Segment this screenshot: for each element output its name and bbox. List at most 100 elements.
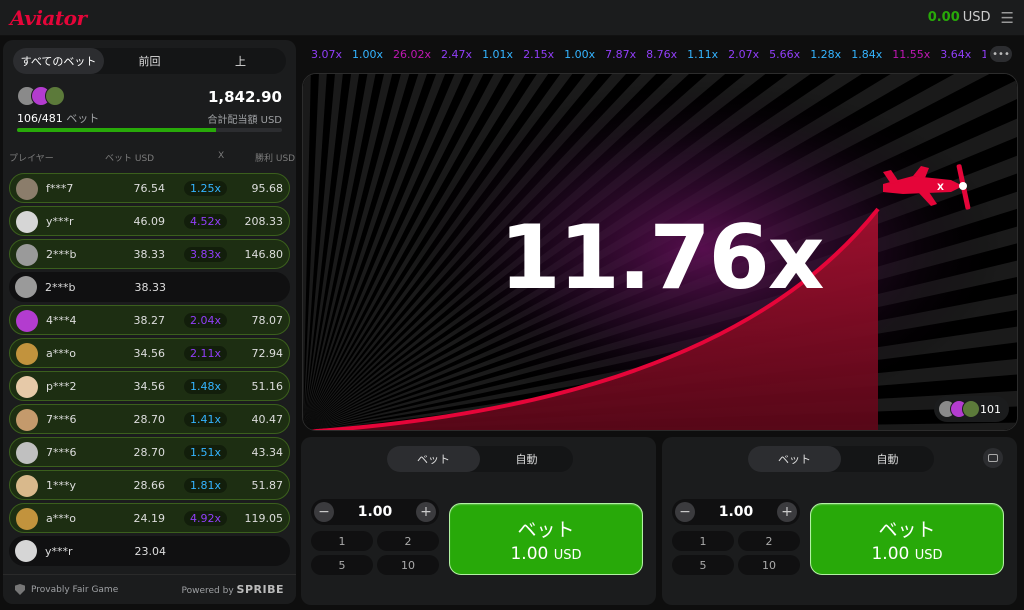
place-bet-button[interactable]: ベット 1.00 USD <box>449 503 643 575</box>
place-bet-button[interactable]: ベット 1.00 USD <box>810 503 1004 575</box>
bet-amount: 38.33 <box>133 247 166 261</box>
win-amount: 72.94 <box>251 346 284 360</box>
history-multiplier[interactable]: 2.15x <box>518 48 559 61</box>
online-players-count: 101 <box>980 402 1001 416</box>
avatar <box>16 211 38 233</box>
history-multiplier[interactable]: 2.07x <box>723 48 764 61</box>
avatar <box>16 442 38 464</box>
bet-button-amount: 1.00 <box>510 543 549 564</box>
bet-row: 2***b 38.33 3.83x 146.80 <box>9 239 290 269</box>
multiplier-badge: 4.52x <box>183 213 227 229</box>
increase-button[interactable]: + <box>776 502 797 522</box>
history-multiplier[interactable]: 1.11x <box>682 48 723 61</box>
history-multiplier[interactable]: 7.87x <box>600 48 641 61</box>
column-win: 勝利 USD <box>255 154 296 164</box>
bet-amount: 24.19 <box>133 511 166 525</box>
avatar <box>16 310 38 332</box>
bet-button-amount-line: 1.00 USD <box>871 544 942 564</box>
bet-amount: 38.27 <box>133 313 166 327</box>
bet-mode-tabs: ベット 自動 <box>748 446 934 472</box>
quick-amount-button[interactable]: 5 <box>311 555 373 575</box>
bet-button-currency: USD <box>553 547 582 563</box>
tab-top[interactable]: 上 <box>195 48 286 74</box>
increase-button[interactable]: + <box>415 502 436 522</box>
multiplier-badge: 1.51x <box>183 444 227 460</box>
multiplier-badge: 1.48x <box>183 378 227 394</box>
hamburger-icon[interactable]: ☰ <box>1001 9 1014 27</box>
quick-amount-button[interactable]: 5 <box>672 555 734 575</box>
history-multiplier[interactable]: 2.47x <box>436 48 477 61</box>
total-winnings-label: 合計配当額 USD <box>207 115 282 126</box>
history-multiplier[interactable]: 11.55x <box>887 48 935 61</box>
history-multiplier[interactable]: 1.01x <box>477 48 518 61</box>
bet-mode-tabs: ベット 自動 <box>387 446 573 472</box>
player-name: a***o <box>46 346 76 360</box>
win-amount: 119.05 <box>244 511 284 525</box>
history-multiplier[interactable]: 3.07x <box>306 48 347 61</box>
remove-panel-button[interactable] <box>983 448 1003 468</box>
win-amount: 40.47 <box>251 412 284 426</box>
win-amount: 51.16 <box>251 379 284 393</box>
online-avatars <box>938 400 980 418</box>
bet-amount: 34.56 <box>133 379 166 393</box>
bet-amount-input[interactable]: 1.00 <box>719 504 754 520</box>
balance-amount: 0.00 <box>927 10 960 25</box>
quick-amount-button[interactable]: 1 <box>672 531 734 551</box>
more-dots-icon: ••• <box>992 48 1010 60</box>
bet-amount-input[interactable]: 1.00 <box>358 504 393 520</box>
multiplier-badge: 4.92x <box>183 510 227 526</box>
tab-bet[interactable]: ベット <box>748 446 841 472</box>
avatar <box>15 540 37 562</box>
column-player: プレイヤー <box>9 154 54 164</box>
history-multiplier[interactable]: 5.66x <box>764 48 805 61</box>
history-multiplier[interactable]: 1.84x <box>846 48 887 61</box>
provably-fair-label: Provably Fair Game <box>31 584 119 595</box>
decrease-button[interactable]: − <box>675 502 695 522</box>
bet-button-label: ベット <box>517 518 575 541</box>
history-multiplier[interactable]: 1.00x <box>347 48 388 61</box>
quick-amount-button[interactable]: 2 <box>377 531 439 551</box>
more-history-button[interactable]: ••• <box>990 46 1012 62</box>
provably-fair-link[interactable]: Provably Fair Game <box>15 584 118 595</box>
history-multiplier[interactable]: 1 <box>976 48 986 61</box>
quick-amount-button[interactable]: 10 <box>738 555 800 575</box>
bet-button-currency: USD <box>914 547 943 563</box>
bet-amount: 34.56 <box>133 346 166 360</box>
balance-display: 0.00 USD <box>928 10 991 25</box>
player-name: 7***6 <box>46 445 77 459</box>
tab-previous[interactable]: 前回 <box>104 48 195 74</box>
bet-row: a***o 34.56 2.11x 72.94 <box>9 338 290 368</box>
game-stage: X 11.76x 101 <box>302 73 1018 431</box>
bet-amount: 76.54 <box>133 181 166 195</box>
tab-auto[interactable]: 自動 <box>841 446 934 472</box>
bet-amount: 38.33 <box>134 280 167 294</box>
quick-amounts: 1 2 5 10 <box>672 531 800 575</box>
history-multiplier[interactable]: 1.28x <box>805 48 846 61</box>
history-multiplier[interactable]: 8.76x <box>641 48 682 61</box>
tab-auto[interactable]: 自動 <box>480 446 573 472</box>
win-amount: 51.87 <box>251 478 284 492</box>
quick-amount-button[interactable]: 2 <box>738 531 800 551</box>
history-multiplier[interactable]: 1.00x <box>559 48 600 61</box>
history-multiplier[interactable]: 26.02x <box>388 48 436 61</box>
bets-list: f***7 76.54 1.25x 95.68 y***r 46.09 4.52x 208.3… <box>9 173 290 569</box>
avatar <box>16 376 38 398</box>
bet-row: p***2 34.56 1.48x 51.16 <box>9 371 290 401</box>
bet-amount: 46.09 <box>133 214 166 228</box>
bet-amount: 28.70 <box>133 412 166 426</box>
tab-all-bets[interactable]: すべてのベット <box>13 48 104 74</box>
decrease-button[interactable]: − <box>314 502 334 522</box>
bet-row: 7***6 28.70 1.51x 43.34 <box>9 437 290 467</box>
shield-icon <box>15 584 25 595</box>
bet-panel-1: ベット 自動 − 1.00 + 1 2 5 10 ベット 1.00 USD <box>301 437 656 605</box>
win-amount: 78.07 <box>251 313 284 327</box>
bet-amount: 28.66 <box>133 478 166 492</box>
bet-button-amount: 1.00 <box>871 543 910 564</box>
quick-amount-button[interactable]: 10 <box>377 555 439 575</box>
tab-bet[interactable]: ベット <box>387 446 480 472</box>
balance-currency: USD <box>962 10 991 25</box>
history-multiplier[interactable]: 3.64x <box>935 48 976 61</box>
player-name: p***2 <box>46 379 77 393</box>
win-amount: 95.68 <box>251 181 284 195</box>
quick-amount-button[interactable]: 1 <box>311 531 373 551</box>
